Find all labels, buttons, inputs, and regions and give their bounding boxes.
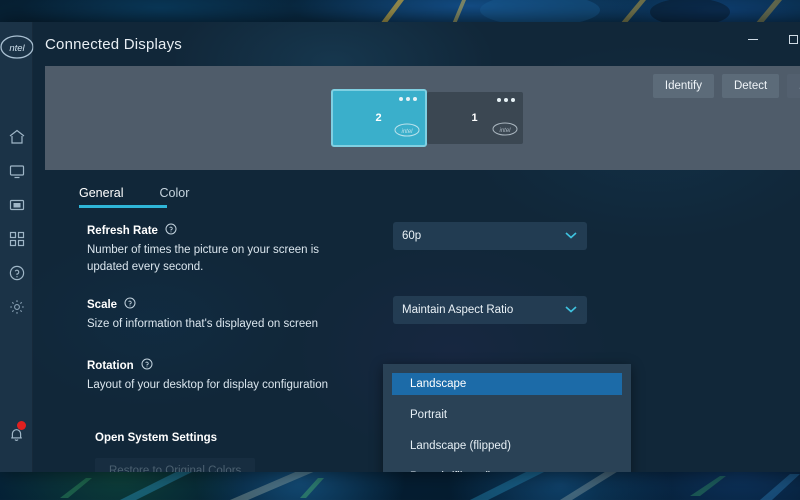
intel-logo-icon: intel [394,123,420,142]
setting-refresh-rate-control: 60p [387,222,800,250]
intel-logo-icon: intel [492,122,518,141]
dot [511,98,515,102]
restore-original-colors-button: Restore to Original Colors [95,458,255,472]
display-tile-1-number: 1 [471,112,477,124]
svg-text:intel: intel [401,129,413,135]
refresh-rate-value: 60p [402,230,421,242]
setting-rotation-title: Rotation [87,360,134,372]
setting-refresh-rate-text: Refresh Rate Number of times the picture… [87,222,387,276]
help-icon[interactable] [165,222,177,240]
refresh-rate-dropdown[interactable]: 60p [393,222,587,250]
scale-value: Maintain Aspect Ratio [402,304,513,316]
sidebar-item-settings[interactable] [0,290,32,324]
setting-scale-title-line: Scale [87,296,387,314]
sidebar-item-support[interactable] [0,256,32,290]
window-controls [736,26,800,52]
setting-refresh-rate-description: Number of times the picture on your scre… [87,242,357,276]
menu-gap [383,395,631,404]
setting-refresh-rate-title: Refresh Rate [87,225,158,237]
setting-scale: Scale Size of information that's display… [33,296,800,333]
apply-button: Apply [787,74,800,98]
detect-button[interactable]: Detect [722,74,779,98]
help-icon[interactable] [141,357,153,375]
setting-refresh-rate: Refresh Rate Number of times the picture… [33,222,800,276]
svg-text:intel: intel [499,128,511,134]
gear-icon [9,299,25,315]
display-tile-1-menu-icon[interactable] [497,98,515,102]
wallpaper-streaks-bottom [0,470,800,500]
main-content: Identify Detect Apply Connected Displays [33,22,800,472]
rotation-option-portrait[interactable]: Portrait [392,404,622,426]
display-tile-2[interactable]: 2 intel [331,89,427,147]
setting-refresh-rate-title-line: Refresh Rate [87,222,387,240]
dot [497,98,501,102]
video-icon [9,197,25,213]
home-icon [9,129,25,145]
notification-badge [17,421,26,430]
setting-rotation-title-line: Rotation [87,357,387,375]
help-circle-icon [9,265,25,281]
rotation-dropdown-menu: Landscape Portrait Landscape (flipped) P… [383,364,631,472]
rotation-option-portrait-flipped[interactable]: Portrait (flipped) [392,466,622,472]
setting-rotation-text: Rotation Layout of your desktop for disp… [87,357,387,394]
display-tiles: 2 intel [331,89,523,147]
rotation-option-landscape-flipped[interactable]: Landscape (flipped) [392,435,622,457]
setting-scale-control: Maintain Aspect Ratio [387,296,800,324]
active-tab-indicator [79,205,167,208]
dot [413,97,417,101]
header-actions: Identify Detect Apply [653,74,800,98]
svg-text:ntel: ntel [9,43,25,54]
titlebar: Connected Displays [33,22,800,66]
setting-rotation-description: Layout of your desktop for display confi… [87,377,357,394]
sidebar-item-video[interactable] [0,188,32,222]
setting-scale-text: Scale Size of information that's display… [87,296,387,333]
minimize-icon [748,39,758,40]
open-system-settings-link[interactable]: Open System Settings [95,432,217,444]
wallpaper-streaks-top [0,0,800,24]
help-icon[interactable] [124,296,136,314]
identify-button[interactable]: Identify [653,74,714,98]
dot [399,97,403,101]
sidebar-item-home[interactable] [0,120,32,154]
minimize-button[interactable] [736,26,770,52]
display-tile-2-menu-icon[interactable] [399,97,417,101]
sidebar-nav [0,120,32,324]
setting-scale-title: Scale [87,299,117,311]
dot [504,98,508,102]
maximize-icon [789,35,798,44]
chevron-down-icon [564,227,578,245]
menu-gap [383,457,631,466]
scale-dropdown[interactable]: Maintain Aspect Ratio [393,296,587,324]
rotation-option-landscape[interactable]: Landscape [392,373,622,395]
setting-scale-description: Size of information that's displayed on … [87,316,357,333]
menu-gap [383,426,631,435]
application-window: ntel [0,22,800,472]
sidebar: ntel [0,22,33,472]
page-title: Connected Displays [45,36,182,53]
sidebar-item-apps[interactable] [0,222,32,256]
desktop-wallpaper: ntel [0,0,800,500]
dot [406,97,410,101]
chevron-down-icon [564,301,578,319]
display-tile-2-number: 2 [375,112,381,124]
tab-bar: General Color [33,186,800,208]
display-tile-1[interactable]: 1 intel [427,92,523,144]
intel-logo: ntel [0,30,34,64]
sidebar-item-notifications[interactable] [8,416,32,458]
monitor-icon [9,163,25,179]
apps-grid-icon [9,231,25,247]
sidebar-item-display[interactable] [0,154,32,188]
maximize-button[interactable] [776,26,800,52]
